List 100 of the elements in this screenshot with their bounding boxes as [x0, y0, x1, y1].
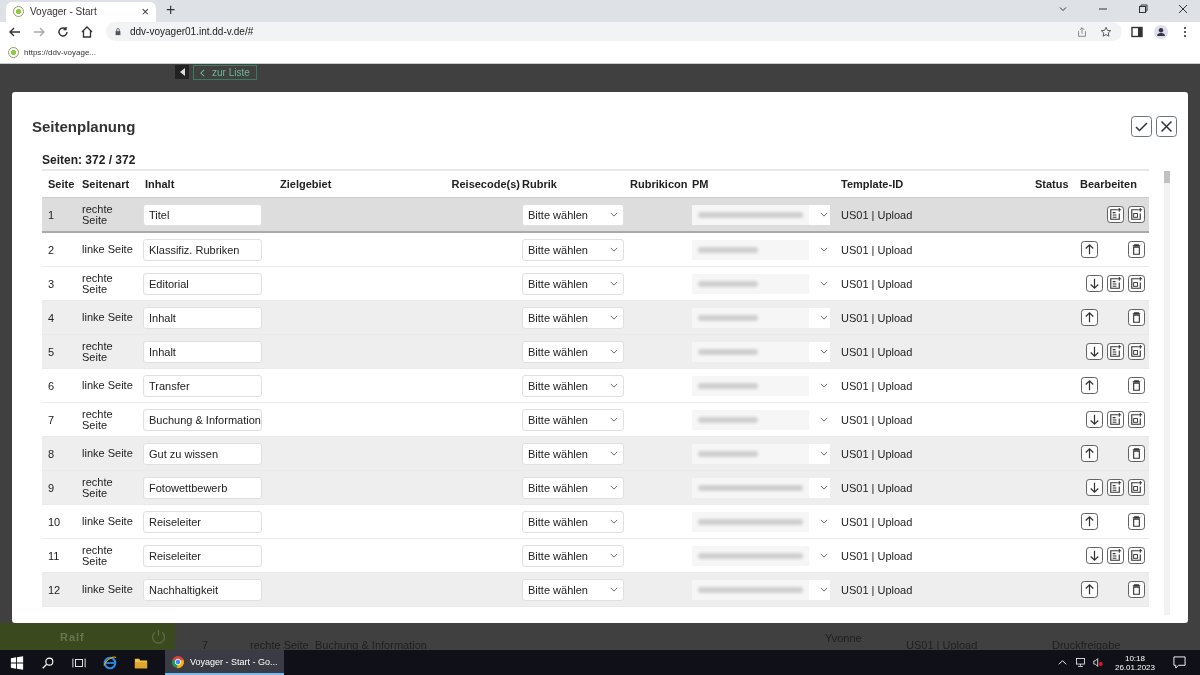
move-up-icon[interactable]	[1081, 309, 1098, 326]
add-page-icon[interactable]	[1107, 206, 1124, 223]
table-row[interactable]: 8 linke Seite Gut zu wissen Bitte wählen US01 | Upload	[42, 437, 1149, 471]
add-image-icon[interactable]	[1128, 479, 1145, 496]
windows-start-icon[interactable]	[10, 655, 24, 670]
table-cell-text: US01 | Upload	[841, 481, 914, 494]
table-cell-text: linke Seite	[82, 448, 134, 459]
table-cell-text: rechte Seite	[82, 544, 114, 567]
category-dropdown[interactable]: Bitte wählen	[522, 306, 624, 329]
delete-icon[interactable]	[1128, 445, 1145, 462]
star-icon[interactable]	[1100, 25, 1112, 38]
delete-icon[interactable]	[1128, 241, 1145, 258]
table-cell-text: US01 | Upload	[841, 379, 914, 392]
table-cell-text: 12	[48, 583, 62, 596]
column-header: Status	[1035, 178, 1070, 190]
delete-icon[interactable]	[1128, 309, 1145, 326]
restore-icon[interactable]	[1137, 2, 1149, 15]
chevron-down-icon	[610, 485, 618, 490]
content-field[interactable]: Reiseleiter	[143, 510, 262, 533]
add-page-icon[interactable]	[1107, 547, 1124, 564]
move-down-icon[interactable]	[1086, 411, 1103, 428]
delete-icon[interactable]	[1128, 513, 1145, 530]
content-field[interactable]: Reiseleiter	[143, 544, 262, 567]
add-image-icon[interactable]	[1128, 343, 1145, 360]
content-field[interactable]: Buchung & Information	[143, 408, 262, 431]
close-icon[interactable]	[1177, 2, 1189, 15]
table-cell-text: 11	[48, 549, 61, 562]
category-dropdown[interactable]: Bitte wählen	[522, 272, 624, 295]
category-dropdown[interactable]: Bitte wählen	[522, 374, 624, 397]
category-dropdown[interactable]: Bitte wählen	[522, 203, 624, 226]
content-field[interactable]: Inhalt	[143, 340, 262, 363]
content-field[interactable]: Transfer	[143, 374, 262, 397]
add-page-icon[interactable]	[1107, 479, 1124, 496]
scrollbar[interactable]	[1164, 171, 1170, 615]
add-image-icon[interactable]	[1128, 275, 1145, 292]
add-image-icon[interactable]	[1128, 411, 1145, 428]
move-up-icon[interactable]	[1081, 445, 1098, 462]
close-tab-button[interactable]: ×	[141, 4, 149, 20]
add-page-icon[interactable]	[1107, 411, 1124, 428]
content-field[interactable]: Editorial	[143, 272, 262, 295]
network-icon[interactable]	[1074, 657, 1086, 668]
column-header: Seite	[48, 178, 76, 190]
add-page-icon[interactable]	[1107, 343, 1124, 360]
add-page-icon[interactable]	[1107, 275, 1124, 292]
table-cell-text: US01 | Upload	[841, 413, 914, 426]
content-field[interactable]: Gut zu wissen	[143, 442, 262, 465]
speaker-muted-icon[interactable]	[1092, 657, 1104, 668]
chevron-down-icon	[610, 451, 618, 456]
move-down-icon[interactable]	[1086, 479, 1103, 496]
chevron-up-icon[interactable]	[1056, 657, 1068, 668]
move-up-icon[interactable]	[1081, 377, 1098, 394]
add-image-icon[interactable]	[1128, 206, 1145, 223]
reload-icon[interactable]	[56, 24, 70, 39]
category-dropdown[interactable]: Bitte wählen	[522, 238, 624, 261]
delete-icon[interactable]	[1128, 377, 1145, 394]
table-cell-text: US01 | Upload	[841, 311, 914, 324]
table-row[interactable]: 12 linke Seite Nachhaltigkeit Bitte wählen US01 | Upload	[42, 573, 1149, 607]
content-field[interactable]: Titel	[143, 203, 262, 226]
category-dropdown[interactable]: Bitte wählen	[522, 442, 624, 465]
browser-e-icon[interactable]	[103, 655, 117, 670]
table-row[interactable]: 4 linke Seite Inhalt Bitte wählen US01 | Upload	[42, 301, 1149, 335]
collapse-button[interactable]	[175, 65, 189, 79]
move-down-icon[interactable]	[1086, 275, 1103, 292]
address-field[interactable]: ddv-voyager01.int.dd-v.de/#	[106, 22, 1122, 41]
category-dropdown[interactable]: Bitte wählen	[522, 578, 624, 601]
close-button[interactable]	[1156, 116, 1177, 137]
profile-icon[interactable]	[1154, 24, 1168, 39]
move-down-icon[interactable]	[1086, 343, 1103, 360]
add-image-icon[interactable]	[1128, 547, 1145, 564]
content-field[interactable]: Klassifiz. Rubriken	[143, 238, 262, 261]
table-cell-text: US01 | Upload	[841, 277, 914, 290]
browser-tab[interactable]: Voyager - Start ×	[6, 1, 156, 22]
notifications-icon[interactable]	[1173, 656, 1186, 669]
new-tab-button[interactable]: +	[166, 1, 176, 20]
taskbar-app-button[interactable]: Voyager - Start - Go...	[165, 650, 284, 675]
move-up-icon[interactable]	[1081, 241, 1098, 258]
bookmark-link[interactable]: https://ddv-voyage...	[8, 46, 97, 58]
move-up-icon[interactable]	[1081, 581, 1098, 598]
chevron-down-icon	[610, 587, 618, 592]
category-dropdown[interactable]: Bitte wählen	[522, 476, 624, 499]
delete-icon[interactable]	[1128, 581, 1145, 598]
move-up-icon[interactable]	[1081, 513, 1098, 530]
table-row[interactable]: 9 rechte Seite Fotowettbewerb Bitte wählen US01 | Upload	[42, 471, 1149, 505]
category-dropdown[interactable]: Bitte wählen	[522, 544, 624, 567]
confirm-button[interactable]	[1131, 116, 1152, 137]
content-field[interactable]: Fotowettbewerb	[143, 476, 262, 499]
share-icon[interactable]	[1076, 25, 1088, 38]
table-cell-text: linke Seite	[82, 244, 134, 255]
category-dropdown[interactable]: Bitte wählen	[522, 408, 624, 431]
category-dropdown[interactable]: Bitte wählen	[522, 340, 624, 363]
content-field[interactable]: Nachhaltigkeit	[143, 578, 262, 601]
table-row[interactable]: 1 rechte Seite Titel Bitte wählen US01 | Upload	[42, 198, 1149, 233]
category-dropdown[interactable]: Bitte wählen	[522, 510, 624, 533]
table-row[interactable]: 5 rechte Seite Inhalt Bitte wählen US01 | Upload	[42, 335, 1149, 369]
search-icon[interactable]	[41, 655, 55, 670]
home-icon[interactable]	[80, 24, 94, 39]
side-panel-icon[interactable]	[1130, 24, 1144, 39]
move-down-icon[interactable]	[1086, 547, 1103, 564]
back-to-list-button[interactable]: zur Liste	[193, 65, 257, 80]
content-field[interactable]: Inhalt	[143, 306, 262, 329]
